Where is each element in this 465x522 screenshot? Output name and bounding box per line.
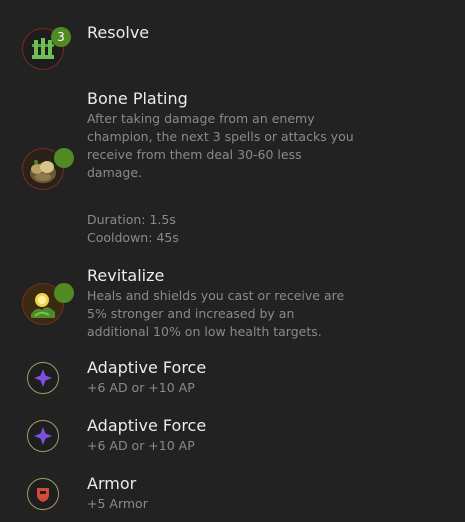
rune-title: Revitalize: [87, 266, 165, 285]
shard-title: Adaptive Force: [87, 416, 207, 435]
shard-icon-wrap: [22, 420, 66, 464]
description-line: receive from them deal 30-60 less: [87, 147, 302, 162]
tree-count-badge: 3: [51, 27, 71, 47]
description-line: Heals and shields you cast or receive ar…: [87, 288, 345, 303]
bone-plating-icon-wrap: [22, 148, 74, 192]
rune-stats: Duration: 1.5s Cooldown: 45s: [87, 211, 377, 247]
description-line: damage.: [87, 165, 143, 180]
description-line: additional 10% on low health targets.: [87, 324, 322, 339]
revitalize-icon-wrap: [22, 283, 74, 327]
armor-shield-icon: [27, 478, 59, 510]
selected-dot: [54, 148, 74, 168]
adaptive-force-icon: [27, 420, 59, 452]
shard-title: Adaptive Force: [87, 358, 207, 377]
rune-title: Bone Plating: [87, 89, 188, 108]
rune-description: After taking damage from an enemy champi…: [87, 110, 377, 182]
shard-value: +6 AD or +10 AP: [87, 438, 195, 453]
description-line: champion, the next 3 spells or attacks y…: [87, 129, 354, 144]
adaptive-force-icon: [27, 362, 59, 394]
shard-icon-wrap: [22, 362, 66, 406]
rune-description: Heals and shields you cast or receive ar…: [87, 287, 377, 341]
shard-title: Armor: [87, 474, 137, 493]
tree-title: Resolve: [87, 23, 150, 42]
rune-duration: Duration: 1.5s: [87, 212, 176, 227]
shard-value: +5 Armor: [87, 496, 148, 511]
description-line: 5% stronger and increased by an: [87, 306, 295, 321]
selected-dot: [54, 283, 74, 303]
rune-cooldown: Cooldown: 45s: [87, 230, 179, 245]
shard-value: +6 AD or +10 AP: [87, 380, 195, 395]
shard-icon-wrap: [22, 478, 66, 522]
resolve-tree-icon-wrap: 3: [22, 27, 71, 72]
description-line: After taking damage from an enemy: [87, 111, 315, 126]
